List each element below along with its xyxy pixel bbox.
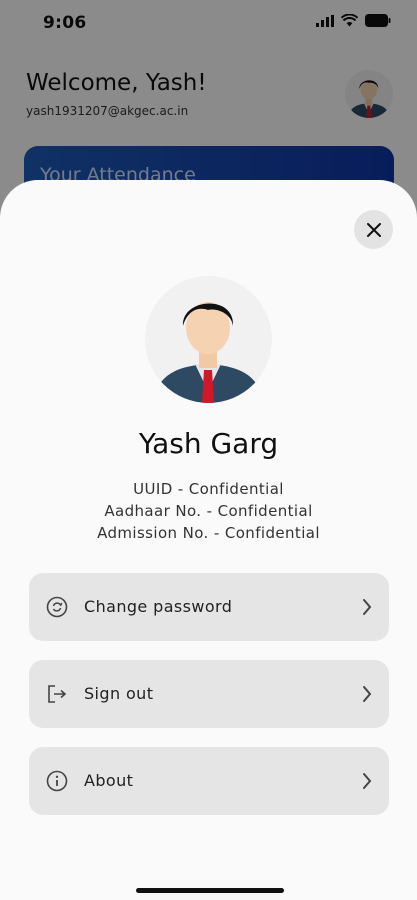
change-password-button[interactable]: Change password	[29, 573, 389, 641]
avatar-icon	[153, 302, 264, 403]
lock-reset-icon	[46, 596, 68, 618]
aadhaar-text: Aadhaar No. - Confidential	[104, 502, 313, 520]
sign-out-button[interactable]: Sign out	[29, 660, 389, 728]
change-password-label: Change password	[84, 597, 233, 616]
chevron-right-icon	[363, 686, 372, 702]
sign-out-label: Sign out	[84, 684, 154, 703]
home-indicator	[136, 888, 284, 893]
profile-avatar	[145, 276, 272, 403]
chevron-right-icon	[363, 773, 372, 789]
admission-text: Admission No. - Confidential	[97, 524, 320, 542]
close-icon	[366, 222, 381, 237]
uuid-text: UUID - Confidential	[133, 480, 284, 498]
info-icon	[46, 770, 68, 792]
about-button[interactable]: About	[29, 747, 389, 815]
close-button[interactable]	[354, 210, 393, 249]
sign-out-icon	[48, 685, 67, 703]
profile-name: Yash Garg	[138, 427, 279, 460]
about-label: About	[84, 771, 134, 790]
profile-sheet: Yash Garg UUID - Confidential Aadhaar No…	[0, 180, 417, 900]
chevron-right-icon	[363, 599, 372, 615]
